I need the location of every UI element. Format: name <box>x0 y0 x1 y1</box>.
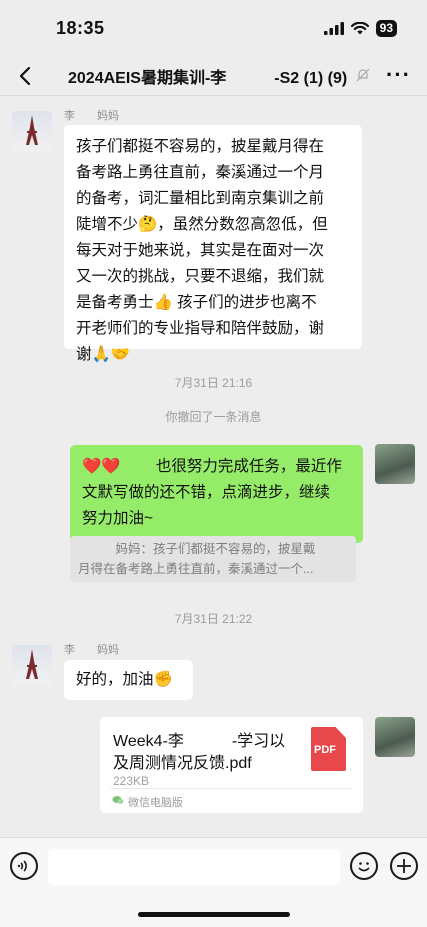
wifi-icon <box>350 22 369 35</box>
message-bubble-self[interactable]: ❤️❤️ 也很努力完成任务，最近作 文默写做的还不错，点滴进步，继续 努力加油~ <box>70 445 363 543</box>
signal-icon <box>323 22 344 35</box>
more-options-icon[interactable]: ··· <box>386 62 411 88</box>
file-source: 微信电脑版 <box>128 797 183 809</box>
timestamp: 7月31日 21:22 <box>174 612 253 626</box>
message-line: 孩子们都挺不容易的，披星戴月得在 <box>76 138 325 155</box>
message-line: 努力加油~ <box>82 510 154 527</box>
voice-icon <box>17 860 27 872</box>
chat-title: 2024AEIS暑期集训-李 -S2 (1) (9) <box>68 70 348 87</box>
message-line: 开老师们的专业指导和陪伴鼓励，谢 <box>76 320 325 337</box>
message-bubble[interactable]: 好的，加油✊ <box>64 660 193 700</box>
message-bubble[interactable]: 孩子们都挺不容易的，披星戴月得在 备考路上勇往直前，秦溪通过一个月 的备考，词汇… <box>64 125 362 363</box>
sender-name: 李 妈妈 <box>64 644 119 656</box>
message-line: 每天对于她来说，其实是在面对一次 <box>76 242 325 259</box>
status-bar: 18:35 93 <box>0 0 427 56</box>
file-size: 223KB <box>113 774 150 788</box>
status-icons: 93 <box>323 20 397 37</box>
self-avatar[interactable] <box>375 444 415 484</box>
divider <box>110 788 353 789</box>
home-indicator <box>138 912 290 917</box>
file-card[interactable]: Week4-李 -学习以 及周测情况反馈.pdf 223KB PDF 微信电脑版 <box>100 717 363 813</box>
eiffel-tower-avatar-icon <box>26 649 38 679</box>
chat-area[interactable]: 李 妈妈 孩子们都挺不容易的，披星戴月得在 备考路上勇往直前，秦溪通过一个月 的… <box>0 97 427 837</box>
message-line: 谢🙏🤝 <box>76 346 131 363</box>
self-avatar[interactable] <box>375 717 415 757</box>
wechat-pc-icon <box>112 796 124 804</box>
sender-name: 李 妈妈 <box>64 110 119 122</box>
message-line: ❤️❤️ 也很努力完成任务，最近作 <box>82 458 342 475</box>
plus-icon <box>397 859 411 873</box>
quote-line: 月得在备考路上勇往直前，秦溪通过一个... <box>78 562 314 576</box>
recall-notice: 你撤回了一条消息 <box>165 410 262 424</box>
message-line: 备考路上勇往直前，秦溪通过一个月 <box>76 164 325 181</box>
status-time: 18:35 <box>56 18 105 38</box>
message-line: 陡增不少🤔，虽然分数忽高忽低，但 <box>76 216 328 233</box>
message-line: 的备考，词汇量相比到南京集训之前 <box>76 190 325 207</box>
chat-header: 2024AEIS暑期集训-李 -S2 (1) (9) ··· <box>0 56 427 96</box>
back-arrow-icon[interactable] <box>12 62 40 90</box>
battery-indicator: 93 <box>375 20 397 37</box>
pdf-icon-label: PDF <box>314 744 336 756</box>
timestamp: 7月31日 21:16 <box>174 376 253 390</box>
message-line: 又一次的挑战，只要不退缩，我们就 <box>76 268 325 285</box>
pdf-file-icon: PDF <box>311 727 346 771</box>
mute-bell-icon <box>356 68 370 82</box>
avatar[interactable] <box>12 645 52 685</box>
avatar[interactable] <box>12 111 52 151</box>
voice-input-button[interactable] <box>10 852 38 880</box>
file-name-line: Week4-李 -学习以 <box>113 733 286 750</box>
message-line: 是备考勇士👍 孩子们的进步也离不 <box>76 294 317 311</box>
emoji-button[interactable] <box>350 852 378 880</box>
quoted-message[interactable]: 妈妈：孩子们都挺不容易的，披星戴 月得在备考路上勇往直前，秦溪通过一个... <box>70 536 356 582</box>
message-input[interactable] <box>48 849 340 885</box>
quote-line: 妈妈：孩子们都挺不容易的，披星戴 <box>78 542 316 556</box>
message-line: 文默写做的还不错，点滴进步，继续 <box>82 484 331 501</box>
eiffel-tower-avatar-icon <box>26 115 38 145</box>
more-actions-button[interactable] <box>390 852 418 880</box>
emoji-icon <box>358 862 370 872</box>
file-name-line: 及周测情况反馈.pdf <box>113 755 252 772</box>
